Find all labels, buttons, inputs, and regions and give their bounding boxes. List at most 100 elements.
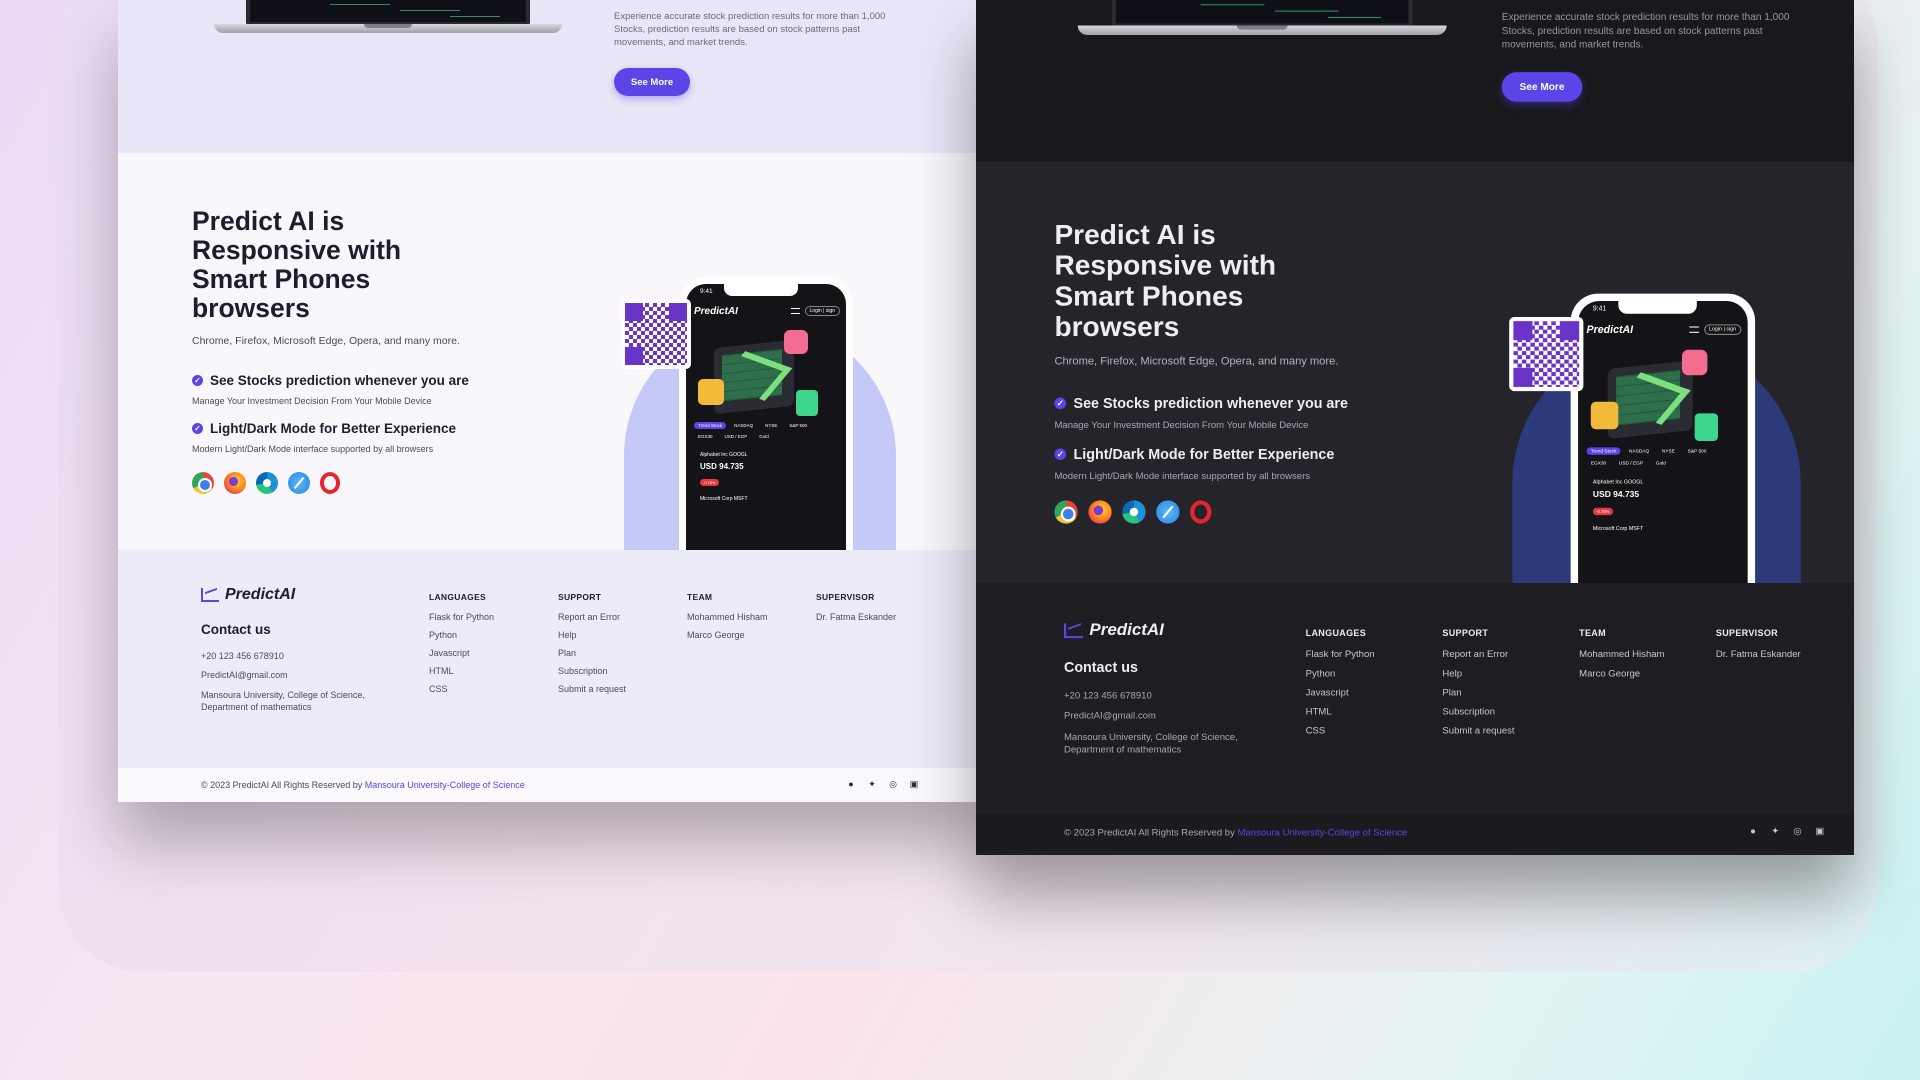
- column-title: TEAM: [1579, 627, 1606, 639]
- responsive-section: Predict AI is Responsive with Smart Phon…: [118, 153, 991, 550]
- footer-column-support: SUPPORT Report an Error Help Plan Subscr…: [1442, 628, 1514, 745]
- phone-logo: PredictAI: [694, 306, 738, 317]
- footer-link[interactable]: CSS: [429, 684, 494, 694]
- footer-column-languages: LANGUAGES Flask for Python Python Javasc…: [429, 592, 494, 702]
- instagram-icon[interactable]: ◎: [1792, 826, 1803, 837]
- contact-email[interactable]: PredictAI@gmail.com: [201, 669, 381, 681]
- footer-link[interactable]: Help: [558, 630, 626, 640]
- phone-time: 9:41: [700, 288, 713, 295]
- qr-code-icon: [621, 299, 691, 369]
- copyright-link[interactable]: Mansoura University-College of Science: [1238, 827, 1408, 838]
- contact-phone: +20 123 456 678910: [1063, 690, 1152, 701]
- footer-link[interactable]: Javascript: [1306, 687, 1375, 698]
- responsive-section: Predict AI is Responsive with Smart Phon…: [976, 162, 1854, 583]
- phone-tab: USD / EGP: [1618, 460, 1644, 466]
- pie-chart-icon: [784, 330, 808, 354]
- footer-link[interactable]: Python: [429, 630, 494, 640]
- phone-tab: Gold: [1655, 460, 1666, 466]
- qr-code-icon: [1509, 316, 1584, 392]
- footer-link[interactable]: CSS: [1306, 725, 1375, 736]
- footer-link[interactable]: Subscription: [1442, 706, 1514, 717]
- contact-address: Mansoura University, College of Science,…: [1063, 731, 1238, 755]
- feature-dark-mode: ✓ Light/Dark Mode for Better Experience: [192, 421, 456, 436]
- footer-link[interactable]: Submit a request: [558, 684, 626, 694]
- phone-tab: NYSE: [1661, 448, 1675, 454]
- copyright: © 2023 PredictAI All Rights Reserved by …: [1064, 827, 1407, 838]
- footer-link[interactable]: Plan: [1442, 687, 1514, 698]
- linkedin-icon[interactable]: ▣: [909, 779, 919, 789]
- facebook-icon[interactable]: ●: [1748, 826, 1759, 837]
- feature-mobile: ✓ See Stocks prediction whenever you are: [192, 373, 469, 388]
- column-title: SUPPORT: [1442, 627, 1489, 639]
- footer-link[interactable]: Javascript: [429, 648, 494, 658]
- copyright-link[interactable]: Mansoura University-College of Science: [365, 780, 525, 790]
- phone-mockup: 9:41 PredictAI Login | sign Trend Stock …: [679, 277, 853, 550]
- footer-link[interactable]: Subscription: [558, 666, 626, 676]
- contact-email[interactable]: PredictAI@gmail.com: [1064, 709, 1255, 722]
- footer-link[interactable]: Python: [1306, 668, 1375, 679]
- responsive-title: Predict AI is Responsive with Smart Phon…: [192, 206, 402, 323]
- see-more-button[interactable]: See More: [614, 68, 690, 96]
- contact-title: Contact us: [201, 622, 271, 637]
- footer-logo[interactable]: PredictAI: [1063, 621, 1164, 640]
- feature-title: Light/Dark Mode for Better Experience: [1073, 446, 1335, 463]
- copyright-text: © 2023 PredictAI All Rights Reserved by: [201, 780, 365, 790]
- see-more-button[interactable]: See More: [1501, 72, 1583, 102]
- stock-card: Alphabet Inc GOOGL USD 94.735 -0.76%: [1592, 479, 1644, 518]
- footer-link[interactable]: HTML: [1306, 706, 1375, 717]
- firefox-icon: [1088, 500, 1112, 524]
- footer-link[interactable]: Marco George: [1579, 668, 1664, 679]
- twitter-icon[interactable]: ✦: [1770, 826, 1781, 837]
- footer-link[interactable]: Mohammed Hisham: [1579, 649, 1664, 660]
- safari-icon: [288, 472, 310, 494]
- laptop-image: [1077, 0, 1447, 38]
- social-links: ● ✦ ◎ ▣: [846, 779, 919, 789]
- facebook-icon[interactable]: ●: [846, 779, 856, 789]
- twitter-icon[interactable]: ✦: [867, 779, 877, 789]
- footer-link[interactable]: Dr. Fatma Eskander: [816, 612, 896, 622]
- phone-tab: USD / EGP: [724, 434, 748, 439]
- feature-title: Light/Dark Mode for Better Experience: [210, 421, 457, 436]
- phone-tabs: Trend Stock NASDAQ NYSE S&P 500 EGX30 US…: [694, 422, 824, 440]
- footer-link[interactable]: Marco George: [687, 630, 768, 640]
- footer-link[interactable]: Report an Error: [1442, 649, 1514, 660]
- phone-logo: PredictAI: [1586, 324, 1634, 337]
- footer-link[interactable]: Help: [1442, 668, 1514, 679]
- footer-link[interactable]: Dr. Fatma Eskander: [1716, 649, 1801, 660]
- stock-value: USD 94.735: [700, 462, 744, 471]
- footer-logo[interactable]: PredictAI: [201, 586, 295, 604]
- feature-description: Manage Your Investment Decision From You…: [1054, 419, 1309, 431]
- footer-link[interactable]: Flask for Python: [429, 612, 494, 622]
- footer-link[interactable]: Report an Error: [558, 612, 626, 622]
- stock-change: -0.76%: [700, 479, 719, 486]
- menu-icon: [1689, 326, 1699, 333]
- phone-tabs: Trend Stock NASDAQ NYSE S&P 500 EGX30 US…: [1586, 447, 1725, 466]
- footer: PredictAI Contact us +20 123 456 678910 …: [976, 582, 1854, 815]
- phone-tab: NASDAQ: [1629, 448, 1650, 454]
- linkedin-icon[interactable]: ▣: [1814, 826, 1825, 837]
- pie-chart-icon: [1681, 349, 1708, 376]
- footer-column-team: TEAM Mohammed Hisham Marco George: [687, 592, 768, 648]
- footer-link[interactable]: Plan: [558, 648, 626, 658]
- stock-value: USD 94.735: [1592, 489, 1640, 500]
- responsive-title: Predict AI is Responsive with Smart Phon…: [1054, 218, 1277, 343]
- footer-link[interactable]: Mohammed Hisham: [687, 612, 768, 622]
- stock-name: Microsoft Corp MSFT: [700, 496, 748, 502]
- phone-tab: Trend Stock: [1586, 447, 1621, 455]
- browser-icons: [1054, 500, 1212, 524]
- contact-title: Contact us: [1063, 659, 1138, 676]
- feature-description: Modern Light/Dark Mode interface support…: [192, 444, 434, 454]
- responsive-subtitle: Chrome, Firefox, Microsoft Edge, Opera, …: [1054, 355, 1339, 368]
- footer-link[interactable]: Flask for Python: [1306, 649, 1375, 660]
- instagram-icon[interactable]: ◎: [888, 779, 898, 789]
- firefox-icon: [224, 472, 246, 494]
- footer-link[interactable]: HTML: [429, 666, 494, 676]
- footer: PredictAI Contact us +20 123 456 678910 …: [118, 550, 991, 768]
- check-icon: ✓: [192, 423, 203, 434]
- stock-name: Alphabet Inc GOOGL: [1592, 479, 1644, 486]
- footer-link[interactable]: Submit a request: [1442, 725, 1514, 736]
- opera-icon: [320, 472, 340, 494]
- column-title: LANGUAGES: [1305, 627, 1367, 639]
- phone-tab: NASDAQ: [734, 423, 754, 428]
- column-title: SUPERVISOR: [1715, 627, 1778, 639]
